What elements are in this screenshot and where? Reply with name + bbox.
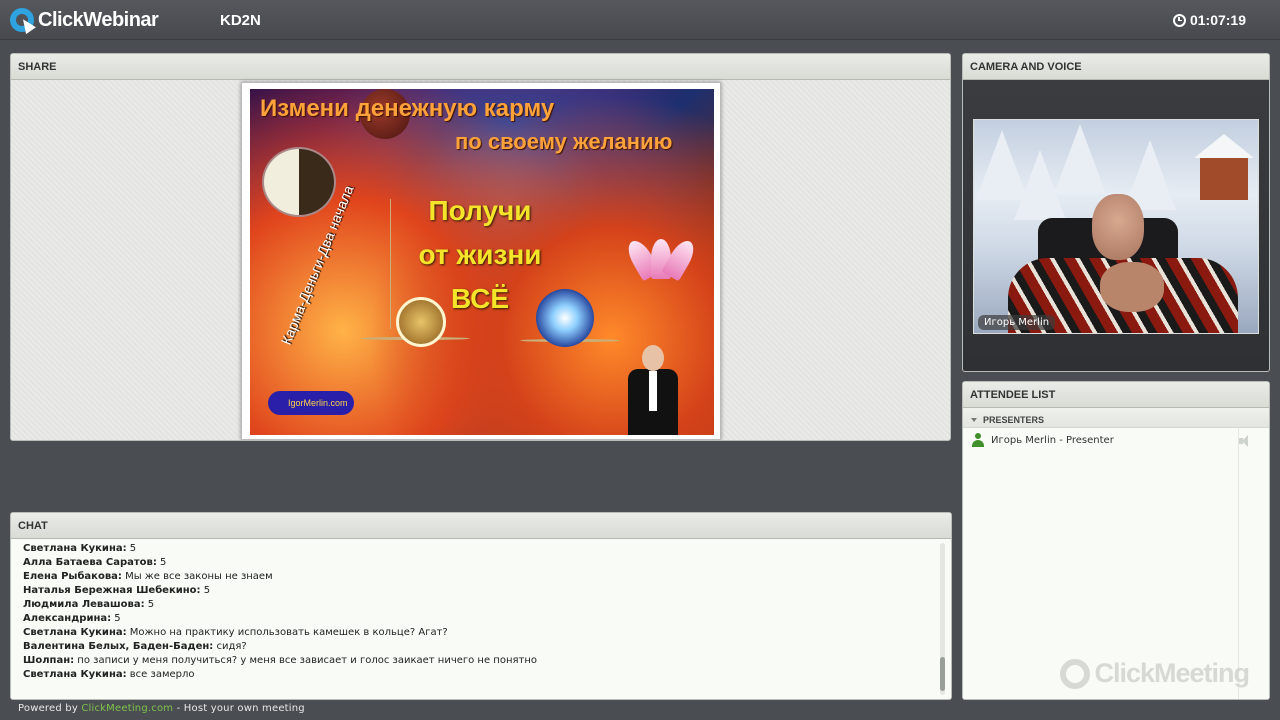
slide-presenter-photo	[618, 345, 688, 435]
chat-author: Валентина Белых, Баден-Баден:	[23, 641, 214, 652]
chat-text: 5	[200, 585, 211, 596]
chat-message: Светлана Кукина: все замерло	[23, 668, 923, 682]
camera-area: Игорь Merlin	[963, 80, 1269, 371]
chat-text: Можно на практику использовать камешек в…	[126, 627, 448, 638]
chat-text: 5	[126, 543, 137, 554]
attendee-name: Игорь Merlin - Presenter	[991, 434, 1114, 446]
attendee-panel: ATTENDEE LIST PRESENTERS Игорь Merlin - …	[962, 381, 1270, 700]
presenter-video[interactable]: Игорь Merlin	[973, 119, 1259, 334]
presenter-user-icon	[971, 433, 985, 447]
presentation-slide: Измени денежную карму по своему желанию …	[241, 82, 721, 440]
slide-title-line1: Измени денежную карму	[260, 95, 555, 122]
session-timer: 01:07:19	[1172, 12, 1246, 28]
chat-text: сидя?	[213, 641, 247, 652]
chat-text: все замерло	[126, 669, 195, 680]
presenters-group-label: PRESENTERS	[983, 415, 1045, 425]
chat-scrollbar-thumb[interactable]	[940, 657, 945, 691]
slide-title-line2: по своему желанию	[455, 129, 673, 154]
clickmeeting-link[interactable]: ClickMeeting.com	[81, 703, 173, 714]
attendee-panel-title: ATTENDEE LIST	[963, 382, 1269, 408]
slide-tree-image	[262, 147, 336, 217]
timer-value: 01:07:19	[1189, 12, 1246, 28]
chat-message: Светлана Кукина: 5	[23, 542, 923, 556]
chat-author: Александрина:	[23, 613, 112, 624]
chat-message: Наталья Бережная Шебекино: 5	[23, 584, 923, 598]
chat-message: Светлана Кукина: Можно на практику испол…	[23, 626, 923, 640]
footer-prefix: Powered by	[18, 703, 82, 714]
scale-chain-left	[390, 199, 391, 329]
watermark-text: ClickMeeting	[1094, 658, 1250, 688]
chat-message: Людмила Левашова: 5	[23, 598, 923, 612]
chat-message: Алла Батаева Саратов: 5	[23, 556, 923, 570]
clickwebinar-logo: ClickWebinar	[10, 7, 159, 35]
chat-author: Светлана Кукина:	[23, 543, 127, 554]
chat-author: Елена Рыбакова:	[23, 571, 122, 582]
collapse-caret-icon	[971, 418, 977, 422]
clickwebinar-logo-icon	[10, 8, 36, 35]
top-bar: ClickWebinar KD2N 01:07:19	[0, 0, 1280, 40]
chat-author: Светлана Кукина:	[23, 669, 127, 680]
chat-text: Мы же все законы не знаем	[121, 571, 273, 582]
meeting-code: KD2N	[220, 12, 261, 29]
slide-lotus-image	[623, 229, 699, 282]
camera-panel-title: CAMERA AND VOICE	[963, 54, 1269, 80]
chat-author: Наталья Бережная Шебекино:	[23, 585, 201, 596]
clickmeeting-logo-icon	[1060, 658, 1091, 689]
chat-text: 5	[144, 599, 155, 610]
share-panel: SHARE Измени денежную карму по своему же…	[10, 53, 951, 441]
chat-text: 5	[156, 557, 167, 568]
footer-suffix: - Host your own meeting	[173, 703, 305, 714]
chat-messages-area: Светлана Кукина: 5 Алла Батаева Саратов:…	[11, 539, 951, 699]
share-panel-title: SHARE	[11, 54, 950, 80]
slide-website-badge: IgorMerlin.com	[268, 391, 354, 415]
chat-text: 5	[111, 613, 121, 624]
chat-message: Шолпан: по записи у меня получиться? у м…	[23, 654, 923, 668]
brand-name: ClickWebinar	[38, 8, 159, 31]
chat-author: Светлана Кукина:	[23, 627, 127, 638]
chat-message: Елена Рыбакова: Мы же все законы не знае…	[23, 570, 923, 584]
shared-screen-area: Измени денежную карму по своему желанию …	[11, 80, 950, 440]
speaker-icon[interactable]	[1239, 435, 1255, 447]
chat-author: Алла Батаева Саратов:	[23, 557, 157, 568]
chat-message: Валентина Белых, Баден-Баден: сидя?	[23, 640, 923, 654]
presenters-group-header[interactable]: PRESENTERS	[963, 408, 1269, 428]
chat-message-list: Светлана Кукина: 5 Алла Батаева Саратов:…	[23, 542, 923, 682]
video-name-label: Игорь Merlin	[978, 315, 1056, 330]
chat-panel-title: CHAT	[11, 513, 951, 539]
footer: Powered by ClickMeeting.com - Host your …	[18, 703, 305, 714]
chat-author: Шолпан:	[23, 655, 75, 666]
camera-panel: CAMERA AND VOICE Игорь Merlin	[962, 53, 1270, 372]
chat-panel: CHAT Светлана Кукина: 5 Алла Батаева Сар…	[10, 512, 952, 700]
attendee-list-area: PRESENTERS Игорь Merlin - Presenter Clic…	[963, 408, 1269, 699]
clickmeeting-watermark: ClickMeeting	[1060, 658, 1250, 689]
slide-artwork: Измени денежную карму по своему желанию …	[250, 89, 714, 435]
chat-text: по записи у меня получиться? у меня все …	[74, 655, 537, 666]
attendee-item[interactable]: Игорь Merlin - Presenter	[963, 428, 1269, 448]
chat-message: Александрина: 5	[23, 612, 923, 626]
chat-author: Людмила Левашова:	[23, 599, 145, 610]
clock-icon	[1172, 13, 1186, 27]
slide-main-text: Получи от жизни ВСЁ	[418, 195, 542, 314]
